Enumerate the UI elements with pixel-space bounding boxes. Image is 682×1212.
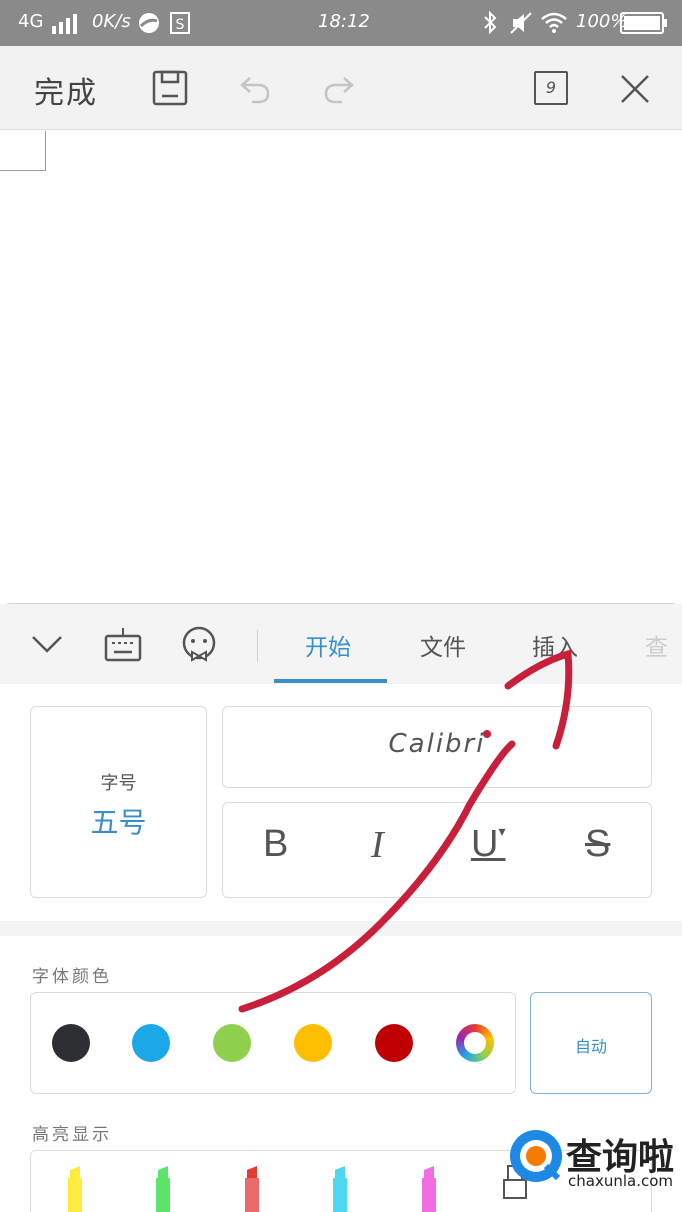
highlighter-pink-icon[interactable] — [416, 1164, 442, 1212]
watermark-q-icon — [510, 1130, 562, 1182]
svg-text:S: S — [176, 17, 185, 33]
watermark-domain: chaxunla.com — [568, 1172, 673, 1190]
mute-icon — [510, 12, 532, 34]
network-speed: 0K/s — [92, 11, 131, 32]
highlighter-cyan-icon[interactable] — [327, 1164, 353, 1212]
page-count-button[interactable]: 9 — [534, 71, 568, 105]
undo-icon[interactable] — [238, 72, 272, 106]
status-bar: 4G 0K/s S 18:12 100% — [0, 0, 682, 46]
save-icon[interactable] — [152, 70, 188, 106]
network-type: 4G — [18, 11, 44, 32]
battery-icon — [620, 12, 667, 34]
watermark-logo: 查询啦 chaxunla.com — [508, 1122, 682, 1212]
s-app-icon: S — [170, 12, 190, 34]
close-icon[interactable] — [618, 72, 652, 106]
highlighter-green-icon[interactable] — [150, 1164, 176, 1212]
done-button[interactable]: 完成 — [34, 68, 98, 112]
bluetooth-icon — [484, 10, 497, 35]
format-panel: 开始 文件 插入 查 字号 五号 Calibri B I U▾ S 字体颜色 自… — [0, 603, 682, 1212]
page-corner-marker — [0, 131, 46, 171]
clock: 18:12 — [318, 11, 370, 32]
signal-icon — [52, 14, 77, 34]
top-toolbar: 完成 9 — [0, 46, 682, 130]
highlighter-red-icon[interactable] — [239, 1164, 265, 1212]
wifi-icon — [541, 12, 567, 33]
redo-icon[interactable] — [322, 72, 356, 106]
annotation-arrow — [238, 649, 573, 1013]
document-canvas[interactable] — [0, 131, 682, 603]
highlighter-yellow-icon[interactable] — [62, 1164, 88, 1212]
browser-icon — [139, 13, 159, 33]
